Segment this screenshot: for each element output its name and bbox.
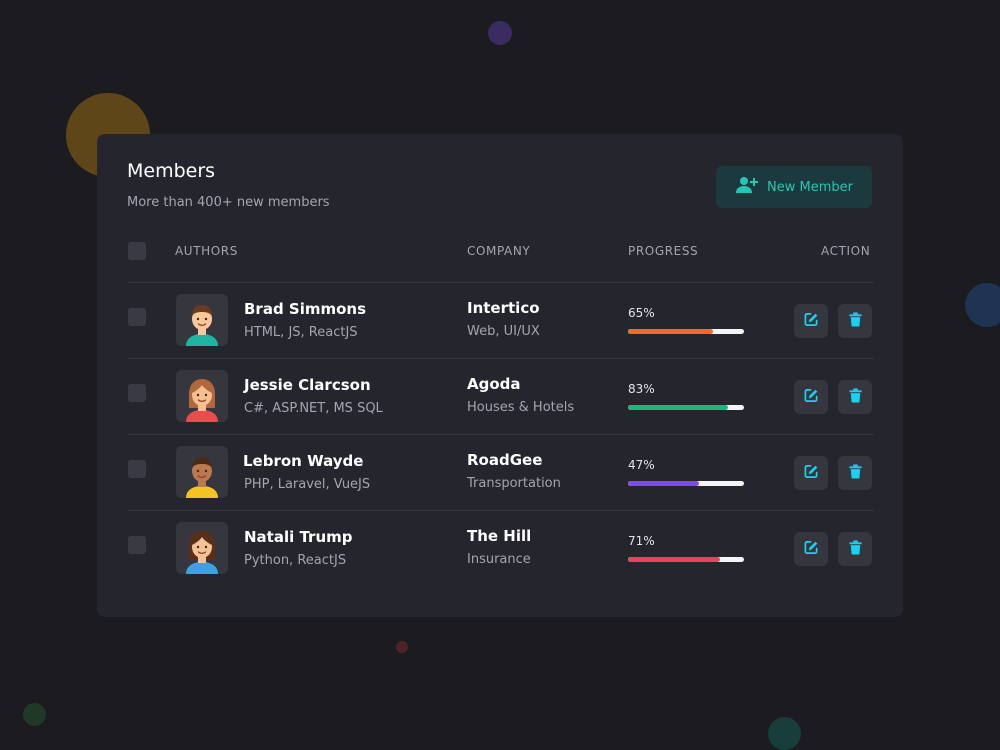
table-row: Jessie Clarcson C#, ASP.NET, MS SQL Agod… bbox=[127, 358, 874, 434]
progress-bar bbox=[628, 405, 744, 410]
delete-button[interactable] bbox=[838, 304, 872, 338]
decor-circle-red bbox=[396, 641, 408, 653]
avatar-girl-blue-icon bbox=[176, 522, 228, 574]
column-header-authors: AUTHORS bbox=[175, 244, 238, 258]
delete-button[interactable] bbox=[838, 532, 872, 566]
progress-bar bbox=[628, 557, 744, 562]
decor-circle-green bbox=[23, 703, 46, 726]
progress-bar-fill bbox=[628, 481, 699, 486]
member-skills: C#, ASP.NET, MS SQL bbox=[244, 401, 383, 416]
member-skills: HTML, JS, ReactJS bbox=[244, 325, 358, 340]
decor-circle-blue bbox=[965, 283, 1000, 327]
member-name: Jessie Clarcson bbox=[244, 376, 371, 394]
decor-circle-teal bbox=[768, 717, 801, 750]
table-row: Brad Simmons HTML, JS, ReactJS Intertico… bbox=[127, 282, 874, 358]
progress-percent: 83% bbox=[628, 382, 655, 396]
member-name: Natali Trump bbox=[244, 528, 353, 546]
row-checkbox[interactable] bbox=[128, 384, 146, 402]
select-all-checkbox[interactable] bbox=[128, 242, 146, 260]
member-company: RoadGee bbox=[467, 451, 543, 469]
avatar-girl-red-icon bbox=[176, 370, 228, 422]
row-checkbox[interactable] bbox=[128, 308, 146, 326]
column-header-progress: PROGRESS bbox=[628, 244, 699, 258]
delete-button[interactable] bbox=[838, 456, 872, 490]
member-sector: Insurance bbox=[467, 552, 531, 567]
trash-icon bbox=[848, 539, 863, 559]
decor-circle-purple bbox=[488, 21, 512, 45]
member-company: Agoda bbox=[467, 375, 521, 393]
column-header-company: COMPANY bbox=[467, 244, 531, 258]
progress-bar-fill bbox=[628, 329, 713, 334]
member-company: The Hill bbox=[467, 527, 532, 545]
progress-percent: 47% bbox=[628, 458, 655, 472]
edit-icon bbox=[804, 540, 819, 559]
edit-button[interactable] bbox=[794, 380, 828, 414]
card-title: Members bbox=[127, 160, 216, 182]
trash-icon bbox=[848, 463, 863, 483]
member-company: Intertico bbox=[467, 299, 540, 317]
edit-button[interactable] bbox=[794, 304, 828, 338]
delete-button[interactable] bbox=[838, 380, 872, 414]
avatar-boy-icon bbox=[176, 294, 228, 346]
edit-icon bbox=[804, 312, 819, 331]
member-name: Brad Simmons bbox=[244, 300, 367, 318]
edit-icon bbox=[804, 388, 819, 407]
member-skills: PHP, Laravel, VueJS bbox=[244, 477, 371, 492]
progress-percent: 71% bbox=[628, 534, 655, 548]
edit-icon bbox=[804, 464, 819, 483]
member-name: Lebron Wayde bbox=[243, 452, 364, 470]
progress-bar bbox=[628, 329, 744, 334]
member-sector: Web, UI/UX bbox=[467, 324, 540, 339]
progress-bar-fill bbox=[628, 557, 720, 562]
row-checkbox[interactable] bbox=[128, 460, 146, 478]
members-card: Members More than 400+ new members New M… bbox=[97, 134, 903, 617]
row-checkbox[interactable] bbox=[128, 536, 146, 554]
trash-icon bbox=[848, 311, 863, 331]
edit-button[interactable] bbox=[794, 456, 828, 490]
edit-button[interactable] bbox=[794, 532, 828, 566]
card-subtitle: More than 400+ new members bbox=[127, 195, 330, 210]
table-row: Lebron Wayde PHP, Laravel, VueJS RoadGee… bbox=[127, 434, 874, 510]
column-header-action: ACTION bbox=[821, 244, 871, 258]
progress-percent: 65% bbox=[628, 306, 655, 320]
user-plus-icon bbox=[736, 176, 758, 198]
avatar-boy-yellow-icon bbox=[176, 446, 228, 498]
member-sector: Houses & Hotels bbox=[467, 400, 575, 415]
member-skills: Python, ReactJS bbox=[244, 553, 347, 568]
member-sector: Transportation bbox=[467, 476, 561, 491]
progress-bar bbox=[628, 481, 744, 486]
table-row: Natali Trump Python, ReactJS The Hill In… bbox=[127, 510, 874, 586]
trash-icon bbox=[848, 387, 863, 407]
new-member-label: New Member bbox=[767, 179, 853, 195]
progress-bar-fill bbox=[628, 405, 728, 410]
new-member-button[interactable]: New Member bbox=[716, 166, 872, 208]
